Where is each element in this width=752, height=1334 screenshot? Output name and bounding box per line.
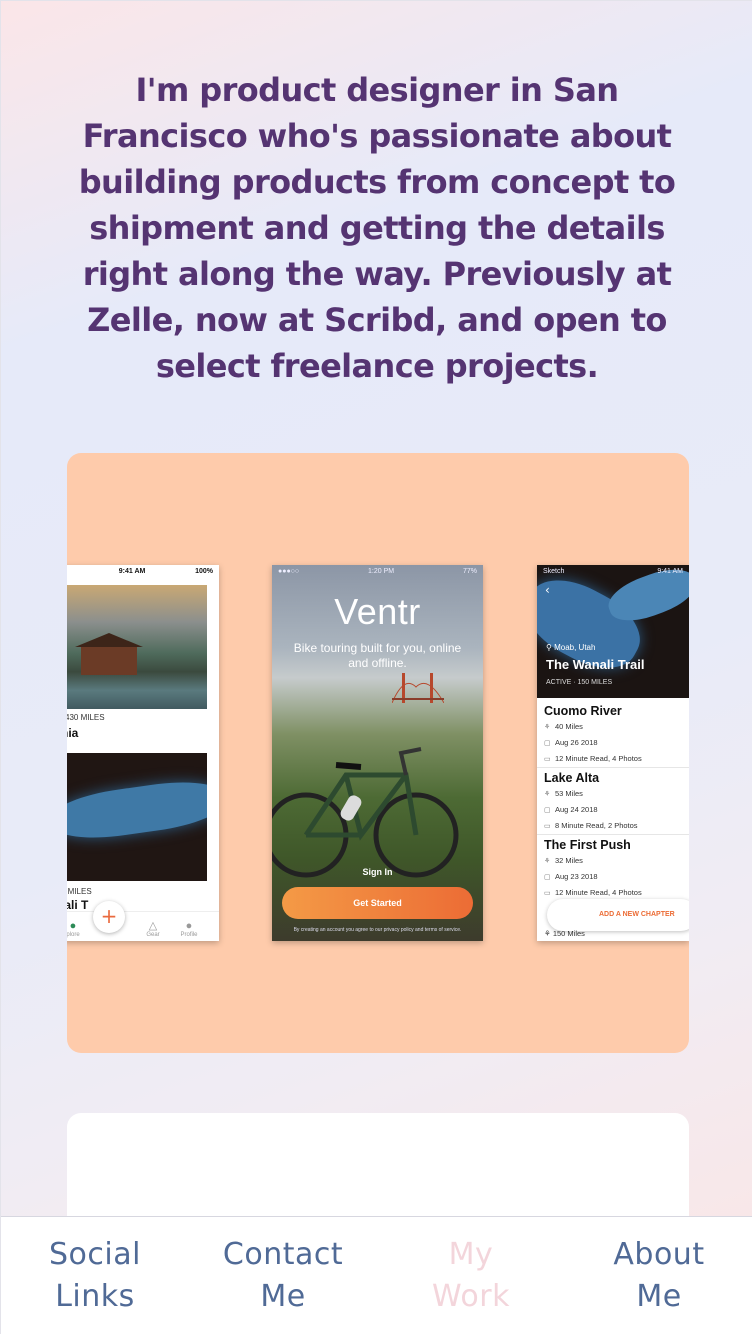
app-title: Ventr	[334, 591, 421, 632]
status-battery: 100%	[195, 567, 213, 575]
bike-icon: ⚘	[544, 858, 551, 865]
back-icon: ‹	[545, 583, 550, 597]
bike-icon: ⚘	[544, 791, 551, 798]
nav-contact-me[interactable]: Contact Me	[198, 1234, 368, 1318]
trail-title: The Wanali Trail	[546, 657, 645, 672]
chapter-item: The First Push ⚘ 32 Miles ▢ Aug 23 2018 ▭ 1…	[544, 837, 689, 901]
tab-explore: ● plore	[67, 920, 85, 938]
intro-text: I'm product designer in San Francisco wh…	[78, 71, 676, 385]
bike-icon: ⚘	[544, 929, 553, 938]
trail-hero-photo: Sketch 9:41 AM ‹ ⚲ Moab, Utah The Wanali…	[537, 565, 689, 698]
nav-my-work[interactable]: My Work	[386, 1234, 556, 1318]
sign-in-link: Sign In	[362, 867, 393, 877]
nav-social-links[interactable]: Social Links	[10, 1234, 180, 1318]
trip-name: nia	[67, 726, 79, 740]
tab-bar: ● plore △ Gear ● Profile	[67, 911, 219, 941]
add-chapter-button: ADD A NEW CHAPTER	[547, 899, 689, 931]
status-bar: Sketch 9:41 AM	[537, 565, 689, 577]
status-time: 9:41 AM	[657, 567, 683, 575]
trip-miles: 430 MILES	[67, 713, 105, 722]
cabin-lake-photo	[67, 585, 207, 709]
legal-text: By creating an account you agree to our …	[293, 927, 462, 933]
trail-location: ⚲ Moab, Utah	[546, 643, 596, 652]
calendar-icon: ▢	[544, 807, 551, 814]
status-bar: 9:41 AM 100%	[67, 565, 219, 577]
trip-miles: 0 MILES	[67, 887, 92, 896]
bottom-nav: Social Links Contact Me My Work About Me	[1, 1216, 752, 1334]
chapter-item: Cuomo River ⚘ 40 Miles ▢ Aug 26 2018 ▭ 12 M…	[544, 703, 689, 767]
canyon-photo	[67, 753, 207, 881]
status-battery: 77%	[462, 567, 477, 575]
total-miles: ⚘ 150 Miles	[544, 929, 585, 938]
project-card-ventr[interactable]: 9:41 AM 100% 430 MILES nia 0 MILES nali …	[67, 453, 689, 1053]
status-time: 1:20 PM	[368, 567, 395, 575]
status-carrier: ●●●○○	[278, 567, 300, 575]
chapter-item: Lake Alta ⚘ 53 Miles ▢ Aug 24 2018 ▭ 8 Minu…	[544, 770, 689, 834]
nav-about-me[interactable]: About Me	[574, 1234, 744, 1318]
add-trip-button: +	[93, 901, 125, 933]
app-subtitle: Bike touring built for you, online and o…	[293, 641, 462, 670]
tent-icon: △	[148, 920, 158, 932]
phone-mockup-welcome: ●●●○○ 1:20 PM 77% Ventr Bike touring bui…	[272, 565, 483, 941]
calendar-icon: ▢	[544, 874, 551, 881]
trip-name: nali T	[67, 898, 89, 912]
book-icon: ▭	[544, 890, 551, 897]
cabin-shape	[75, 633, 143, 675]
tab-profile: ● Profile	[177, 920, 201, 938]
book-icon: ▭	[544, 823, 551, 830]
phone-mockup-trail: Sketch 9:41 AM ‹ ⚲ Moab, Utah The Wanali…	[537, 565, 689, 941]
book-icon: ▭	[544, 756, 551, 763]
get-started-button: Get Started	[282, 887, 473, 919]
bike-icon: ⚘	[544, 724, 551, 731]
pin-icon: ⚲	[546, 643, 555, 652]
page: I'm product designer in San Francisco wh…	[0, 0, 752, 1334]
bicycle-illustration	[272, 747, 459, 878]
calendar-icon: ▢	[544, 740, 551, 747]
compass-icon: ●	[69, 920, 77, 932]
bridge-illustration	[392, 673, 444, 703]
phone-mockup-explore: 9:41 AM 100% 430 MILES nia 0 MILES nali …	[67, 565, 219, 941]
status-bar: ●●●○○ 1:20 PM 77%	[272, 565, 483, 577]
status-carrier: Sketch	[543, 567, 565, 575]
tab-gear: △ Gear	[141, 920, 165, 938]
profile-icon: ●	[185, 920, 193, 932]
status-time: 9:41 AM	[118, 567, 146, 575]
trail-meta: ACTIVE · 150 MILES	[546, 679, 613, 686]
